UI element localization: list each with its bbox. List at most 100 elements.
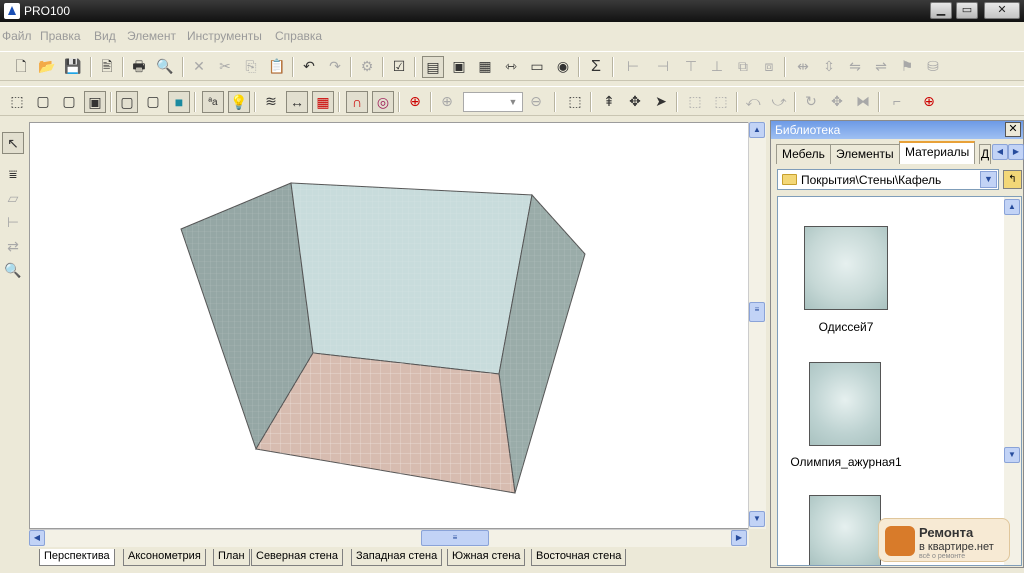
dimension-icon[interactable]: ⇿ [500,56,522,78]
stretch-icon[interactable]: ⬚ [710,91,732,113]
tab-south-wall[interactable]: Южная стена [447,549,526,566]
tabs-scroll-right-button[interactable]: ▶ [1008,144,1024,160]
tab-east-wall[interactable]: Восточная стена [531,549,627,566]
sum-icon[interactable]: Σ [585,56,607,78]
tab-west-wall[interactable]: Западная стена [351,549,443,566]
target-red-icon[interactable]: ⊕ [918,91,940,113]
box-light-icon[interactable]: ▢ [58,91,80,113]
wireframe-icon[interactable]: ⬚ [6,91,28,113]
resize-icon[interactable]: ⬚ [684,91,706,113]
menu-edit[interactable]: Правка [40,29,81,43]
menu-file[interactable]: Файл [2,29,32,43]
scissors-icon[interactable]: ✂ [214,56,236,78]
view-icon[interactable]: ▣ [448,56,470,78]
maximize-button[interactable]: ▭ [956,2,978,19]
cube-solid-icon[interactable]: ■ [168,91,190,113]
undo-icon[interactable]: ↶ [298,56,320,78]
scroll-up-button[interactable]: ▲ [749,122,765,138]
ruler-icon[interactable]: ↔ [286,91,308,113]
paint-icon[interactable]: ⚑ [896,56,918,78]
copy-icon[interactable]: ⎘ [240,56,262,78]
tab-materials[interactable]: Материалы [899,141,976,164]
move-3d-icon[interactable]: ✥ [624,91,646,113]
align-right-icon[interactable]: ⊣ [652,56,674,78]
monitor-icon[interactable]: ▭ [526,56,548,78]
snap-icon[interactable]: ◎ [372,91,394,113]
tab-more[interactable]: Д [979,144,991,164]
align-bottom-icon[interactable]: ⊥ [706,56,728,78]
wave-icon[interactable]: ≋ [260,91,282,113]
target-icon[interactable]: ⊕ [404,91,426,113]
rotate-right-icon[interactable]: ⤻ [768,91,790,113]
ungroup-icon[interactable]: ⧈ [758,56,780,78]
tab-perspective[interactable]: Перспектива [39,549,115,566]
menu-view[interactable]: Вид [94,29,116,43]
pointer-icon[interactable]: ↖ [2,132,24,154]
split-icon[interactable]: ⊢ [2,212,24,234]
tab-furniture[interactable]: Мебель [776,144,831,164]
print-preview-icon[interactable]: 🔍 [154,56,176,78]
price-icon[interactable]: ◉ [552,56,574,78]
new-file-icon[interactable]: 🗋 [10,56,32,78]
rotate-left-icon[interactable]: ⤺ [742,91,764,113]
library-close-button[interactable]: ✕ [1005,122,1021,137]
scroll-up-button[interactable]: ▲ [1004,199,1020,215]
walls-icon[interactable]: ⩸ [2,164,24,186]
corner-icon[interactable]: ⌐ [886,91,908,113]
elevate-icon[interactable]: ⇞ [598,91,620,113]
properties-icon[interactable]: 🖹 [96,56,118,78]
tab-elements[interactable]: Элементы [830,144,900,164]
scroll-right-button[interactable]: ▶ [731,530,747,546]
shape-icon[interactable]: ▱ [2,188,24,210]
move-icon[interactable]: ✥ [826,91,848,113]
box-outline-icon[interactable]: ▢ [32,91,54,113]
pointer-3d-icon[interactable]: ➤ [650,91,672,113]
menu-tools[interactable]: Инструменты [187,29,262,43]
text-labels-icon[interactable]: ªa [202,91,224,113]
zoom-in-icon[interactable]: ⊕ [436,91,458,113]
scroll-down-button[interactable]: ▼ [1004,447,1020,463]
save-icon[interactable]: 💾 [62,56,84,78]
box-shaded-icon[interactable]: ▣ [84,91,106,113]
zoom-out-icon[interactable]: ⊖ [525,91,547,113]
menu-help[interactable]: Справка [275,29,322,43]
cube-outline-icon[interactable]: ▢ [116,91,138,113]
material-thumbnail[interactable] [809,495,881,565]
flip-icon[interactable]: ⇌ [870,56,892,78]
group-icon[interactable]: ⧉ [732,56,754,78]
scroll-left-button[interactable]: ◀ [29,530,45,546]
folder-up-icon[interactable]: ↰ [1003,170,1022,189]
select-area-icon[interactable]: ⬚ [564,91,586,113]
layers-icon[interactable]: ▦ [474,56,496,78]
viewport-vertical-scrollbar[interactable]: ▲ ≡ ▼ [748,122,766,529]
distribute-v-icon[interactable]: ⇳ [818,56,840,78]
scroll-down-button[interactable]: ▼ [749,511,765,527]
menu-element[interactable]: Элемент [127,29,176,43]
settings-icon[interactable]: ⚙ [356,56,378,78]
material-thumbnail[interactable] [809,362,881,446]
zoom-icon[interactable]: 🔍 [2,260,24,282]
tab-plan[interactable]: План [213,549,250,566]
align-left-icon[interactable]: ⊢ [622,56,644,78]
perspective-viewport[interactable] [29,122,749,529]
mirror-icon[interactable]: ⇋ [844,56,866,78]
minimize-button[interactable]: ▁ [930,2,952,19]
grid-icon[interactable]: ▦ [312,91,334,113]
library-path-select[interactable]: Покрытия\Стены\Кафель ▼ [777,169,999,190]
tabs-scroll-left-button[interactable]: ◀ [992,144,1008,160]
scroll-thumb[interactable]: ≡ [749,302,765,322]
open-folder-icon[interactable]: 📂 [36,56,58,78]
cube-icon[interactable]: ▢ [142,91,164,113]
magnet-icon[interactable]: ∩ [346,91,368,113]
print-icon[interactable]: 🖶 [128,56,150,78]
fill-icon[interactable]: ⛁ [922,56,944,78]
measure-icon[interactable]: ⇄ [2,236,24,258]
redo-icon[interactable]: ↷ [324,56,346,78]
library-panel-icon[interactable]: ▤ [422,56,444,78]
scroll-thumb-h[interactable]: ≡ [421,530,489,546]
material-thumbnail[interactable] [804,226,888,310]
rotate-icon[interactable]: ↻ [800,91,822,113]
library-vertical-scrollbar[interactable]: ▲ ▼ [1004,197,1021,565]
align-top-icon[interactable]: ⊤ [680,56,702,78]
mirror-axis-icon[interactable]: ⧓ [852,91,874,113]
